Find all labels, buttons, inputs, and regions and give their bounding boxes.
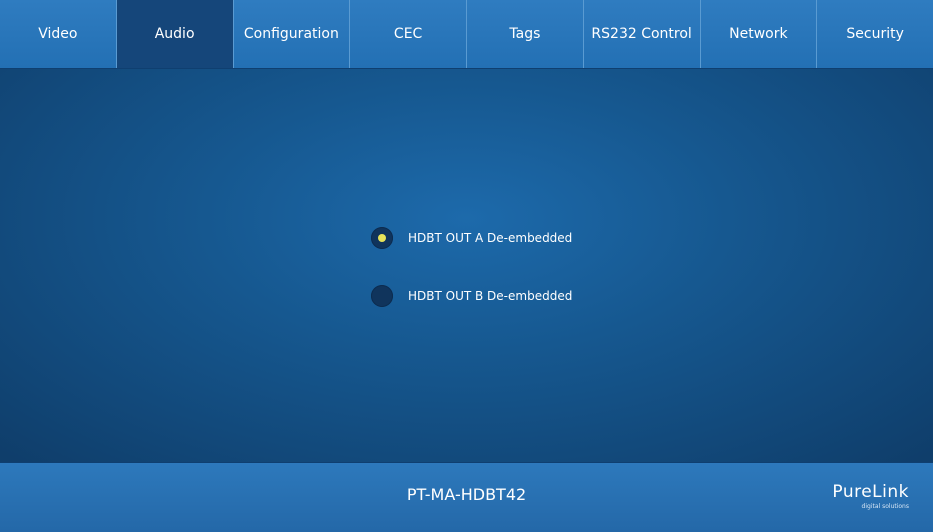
tab-network[interactable]: Network [701,0,818,68]
audio-panel: HDBT OUT A De-embedded HDBT OUT B De-emb… [0,69,933,462]
tab-cec-label: CEC [393,26,423,42]
hdbt-out-b-radio[interactable] [371,285,393,307]
logo-tagline: digital solutions [861,503,909,510]
tab-network-label: Network [729,26,788,42]
tab-video[interactable]: Video [0,0,117,68]
device-name: PT-MA-HDBT42 [406,485,527,504]
hdbt-out-a-label: HDBT OUT A De-embedded [408,231,573,245]
logo-text: PureLink [832,482,909,502]
tab-rs232-control-label: RS232 Control [591,26,692,42]
tab-configuration-label: Configuration [243,26,339,42]
tab-tags[interactable]: Tags [467,0,584,68]
tab-cec[interactable]: CEC [350,0,467,68]
hdbt-out-b-label: HDBT OUT B De-embedded [408,289,573,303]
hdbt-out-a-radio[interactable] [371,227,393,249]
tab-audio[interactable]: Audio [116,0,234,68]
tab-rs232-control[interactable]: RS232 Control [584,0,701,68]
tab-security-label: Security [846,26,904,42]
purelink-logo: PureLink digital solutions [832,482,909,510]
tab-security[interactable]: Security [817,0,933,68]
hdbt-out-b-option[interactable]: HDBT OUT B De-embedded [371,284,572,308]
hdbt-out-a-option[interactable]: HDBT OUT A De-embedded [371,226,572,250]
tab-video-label: Video [38,26,78,42]
top-navigation: Video Audio Configuration CEC Tags RS232… [0,0,933,69]
tab-audio-label: Audio [154,26,195,42]
tab-tags-label: Tags [509,26,541,42]
tab-configuration[interactable]: Configuration [234,0,351,68]
radio-selected-dot [378,234,386,242]
footer-bar: PT-MA-HDBT42 PureLink digital solutions [0,462,933,532]
